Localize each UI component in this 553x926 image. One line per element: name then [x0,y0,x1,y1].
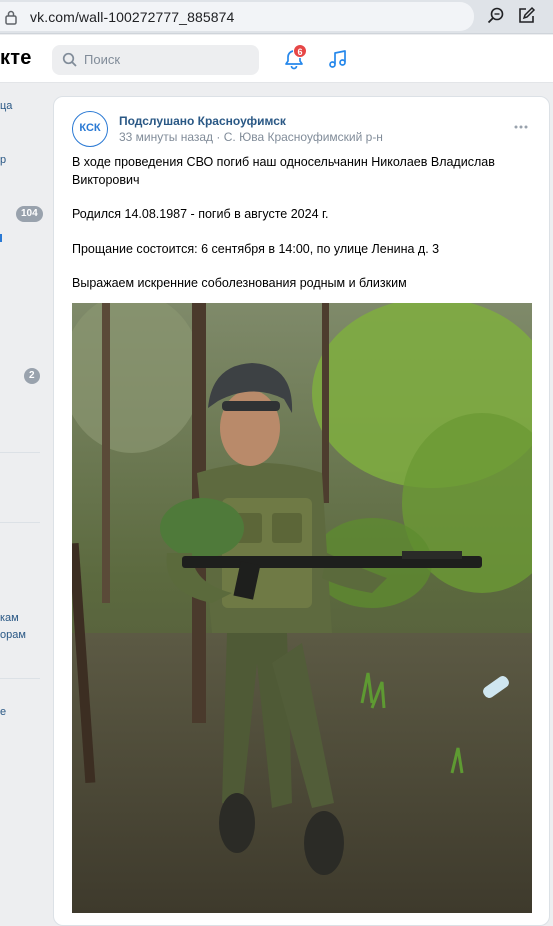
wall-post: КСК Подслушано Красноуфимск 33 минуты на… [53,96,550,926]
sidebar-divider [0,452,40,453]
music-icon[interactable] [327,48,349,70]
edit-icon[interactable] [516,6,536,26]
sidebar-marker [0,234,2,242]
search-icon [62,52,77,67]
sidebar-count-104: 104 [16,206,43,222]
address-bar[interactable]: vk.com/wall-100272777_885874 [0,2,474,31]
meta-separator: · [216,130,221,144]
post-photo[interactable] [72,303,532,913]
sidebar-item-2[interactable]: р [0,154,6,166]
search-placeholder: Поиск [84,52,121,67]
sidebar-divider [0,522,40,523]
sidebar-item-1[interactable]: ца [0,100,12,112]
post-author[interactable]: Подслушано Красноуфимск [119,114,286,128]
site-logo[interactable]: кте [0,47,32,70]
post-paragraph: Прощание состоится: 6 сентября в 14:00, … [72,242,440,256]
lock-icon [5,10,17,25]
post-paragraph: Выражаем искренние соболезнования родным… [72,276,407,290]
sidebar-item-5[interactable]: е [0,706,6,718]
photo-illustration [72,303,532,913]
sidebar-item-4[interactable]: орам [0,629,26,641]
sidebar-item-3[interactable]: кам [0,612,19,624]
url-text: vk.com/wall-100272777_885874 [30,9,235,25]
post-paragraph: В ходе проведения СВО погиб наш односель… [72,155,495,187]
zoom-icon[interactable] [486,6,506,26]
post-paragraph: Родился 14.08.1987 - погиб в августе 202… [72,207,329,221]
search-input[interactable]: Поиск [52,45,259,75]
post-meta: 33 минуты назад · С. Юва Красноуфимский … [119,130,383,144]
sidebar-divider [0,678,40,679]
notification-badge: 6 [293,44,307,58]
site-header: кте Поиск 6 [0,35,553,83]
post-location[interactable]: С. Юва Красноуфимский р-н [224,130,383,144]
browser-toolbar: vk.com/wall-100272777_885874 [0,0,553,34]
avatar[interactable]: КСК [72,111,108,147]
sidebar-count-2: 2 [24,368,40,384]
post-time[interactable]: 33 минуты назад [119,130,213,144]
sidebar: ца р 104 2 кам орам е [0,84,45,915]
more-icon[interactable] [513,119,529,135]
